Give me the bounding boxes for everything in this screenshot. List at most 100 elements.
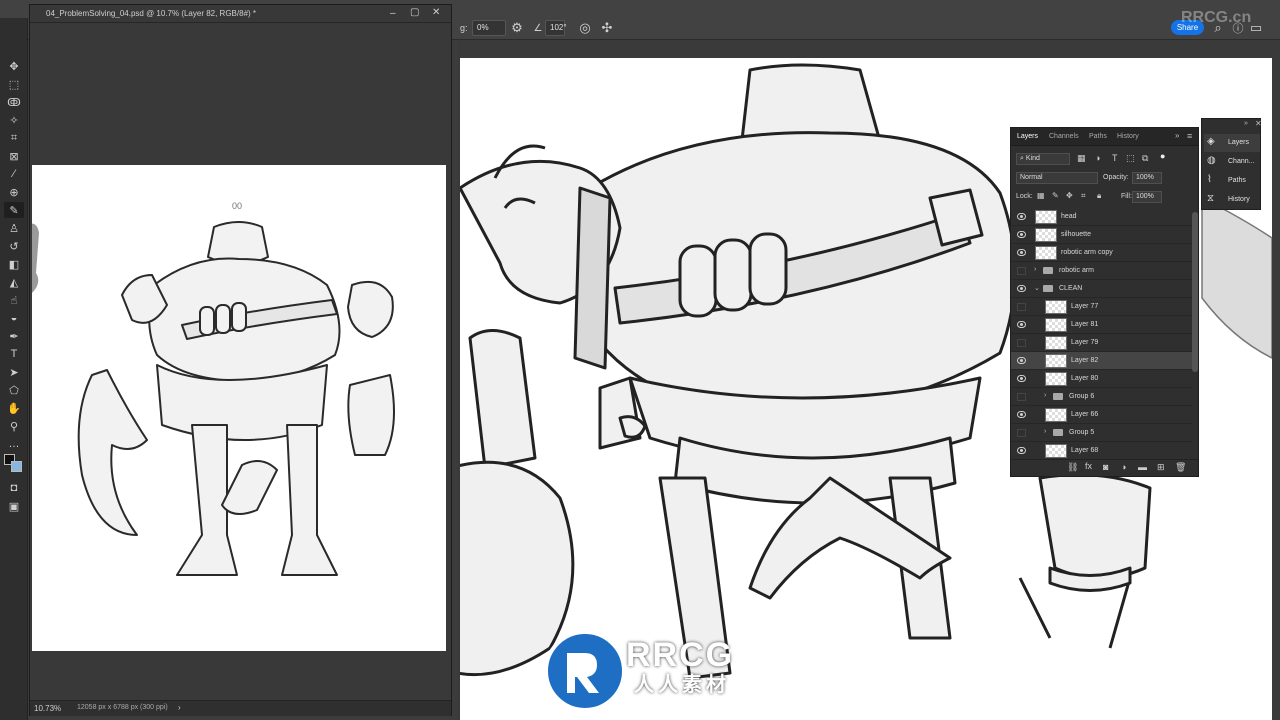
filter-smart-icon[interactable]: ⧉ xyxy=(1142,153,1148,164)
path-select-icon[interactable]: ➤ xyxy=(4,364,24,380)
layer-row[interactable]: Layer 66 xyxy=(1011,406,1192,424)
dock-item-channels[interactable]: ◍ Chann... xyxy=(1204,153,1260,171)
visibility-eye-icon[interactable] xyxy=(1017,231,1026,238)
visibility-eye-icon[interactable] xyxy=(1017,447,1026,454)
marquee-tool-icon[interactable]: ⬚ xyxy=(4,76,24,92)
tab-layers[interactable]: Layers xyxy=(1017,133,1038,140)
layer-row[interactable]: › Group 5 xyxy=(1011,424,1192,442)
history-brush-icon[interactable]: ↺ xyxy=(4,238,24,254)
brush-tool-icon[interactable]: ✎ xyxy=(4,202,24,218)
layer-row[interactable]: › Group 6 xyxy=(1011,388,1192,406)
hand-tool-icon[interactable]: ✋ xyxy=(4,400,24,416)
smudge-icon[interactable]: ☝ xyxy=(4,292,24,308)
healing-brush-icon[interactable]: ⊕ xyxy=(4,184,24,200)
zoom-tool-icon[interactable]: ⚲ xyxy=(4,418,24,434)
lasso-tool-icon[interactable]: ↂ xyxy=(4,94,24,110)
eraser-icon[interactable]: ◧ xyxy=(4,256,24,272)
visibility-toggle[interactable] xyxy=(1017,303,1026,311)
layer-row[interactable]: Layer 81 xyxy=(1011,316,1192,334)
visibility-eye-icon[interactable] xyxy=(1017,375,1026,382)
filter-shape-icon[interactable]: ⬚ xyxy=(1126,153,1135,164)
layer-list-scrollbar[interactable] xyxy=(1192,212,1198,372)
paint-bucket-icon[interactable]: ◭ xyxy=(4,274,24,290)
tab-history[interactable]: History xyxy=(1117,133,1139,140)
layer-row[interactable]: robotic arm copy xyxy=(1011,244,1192,262)
shape-tool-icon[interactable]: ⬠ xyxy=(4,382,24,398)
expand-icon[interactable]: » xyxy=(1244,120,1248,127)
dock-item-history[interactable]: ⧖ History xyxy=(1204,191,1260,209)
opacity-field[interactable]: 100% xyxy=(1132,172,1162,184)
angle-field[interactable]: 102° xyxy=(545,20,567,36)
document-viewport[interactable]: 00 xyxy=(30,23,451,700)
layer-row[interactable]: ⌄ CLEAN xyxy=(1011,280,1192,298)
delete-layer-icon[interactable]: 🗑︎ xyxy=(1175,462,1186,473)
zoom-level[interactable]: 10.73% xyxy=(34,704,61,713)
visibility-toggle[interactable] xyxy=(1017,339,1026,347)
link-layers-icon[interactable]: ⛓ xyxy=(1067,462,1078,473)
layer-row[interactable]: Layer 82 xyxy=(1011,352,1192,370)
document-tab[interactable]: 04_ProblemSolving_04.psd @ 10.7% (Layer … xyxy=(30,5,451,23)
magic-wand-icon[interactable]: ✧ xyxy=(4,112,24,128)
quick-mask-icon[interactable]: ◘ xyxy=(4,480,24,496)
blend-mode-select[interactable]: Normal xyxy=(1016,172,1098,184)
type-tool-icon[interactable]: T xyxy=(4,346,24,362)
dock-close-icon[interactable]: ✕ xyxy=(1255,119,1262,128)
eyedropper-icon[interactable]: ⁄ xyxy=(4,166,24,182)
visibility-eye-icon[interactable] xyxy=(1017,249,1026,256)
smoothing-field[interactable]: 0% xyxy=(472,20,506,36)
symmetry-icon[interactable]: ✣ xyxy=(597,18,617,38)
visibility-eye-icon[interactable] xyxy=(1017,357,1026,364)
frame-tool-icon[interactable]: ⊠ xyxy=(4,148,24,164)
dock-item-layers[interactable]: ◈ Layers xyxy=(1204,134,1260,152)
collapse-icon[interactable]: » xyxy=(1175,131,1179,140)
panel-menu-icon[interactable]: ≡ xyxy=(1187,131,1192,141)
visibility-eye-icon[interactable] xyxy=(1017,411,1026,418)
chevron-right-icon[interactable]: › xyxy=(1044,428,1046,435)
visibility-eye-icon[interactable] xyxy=(1017,321,1026,328)
visibility-toggle[interactable] xyxy=(1017,393,1026,401)
adjustment-layer-icon[interactable]: ◑ xyxy=(1121,462,1126,472)
document-artwork[interactable]: 00 xyxy=(32,165,446,651)
add-mask-icon[interactable]: ◙ xyxy=(1103,462,1108,472)
lock-all-icon[interactable]: 🔒︎ xyxy=(1097,191,1101,201)
pen-tool-icon[interactable]: ✒ xyxy=(4,328,24,344)
lock-image-icon[interactable]: ✎ xyxy=(1052,191,1059,200)
fx-icon[interactable]: fx xyxy=(1085,461,1092,471)
layer-row[interactable]: Layer 77 xyxy=(1011,298,1192,316)
status-menu-icon[interactable]: › xyxy=(178,703,181,712)
visibility-toggle[interactable] xyxy=(1017,429,1026,437)
tab-paths[interactable]: Paths xyxy=(1089,133,1107,140)
layer-row[interactable]: Layer 68 xyxy=(1011,442,1192,460)
visibility-toggle[interactable] xyxy=(1017,267,1026,275)
filter-type-icon[interactable]: T xyxy=(1112,153,1118,163)
lock-transparent-icon[interactable]: ▦ xyxy=(1037,191,1045,200)
new-layer-icon[interactable]: ⊞ xyxy=(1157,462,1165,473)
dock-item-paths[interactable]: ⌇ Paths xyxy=(1204,172,1260,190)
gear-icon[interactable]: ⚙ xyxy=(507,18,527,38)
layer-row[interactable]: › robotic arm xyxy=(1011,262,1192,280)
filter-pixel-icon[interactable]: ▦ xyxy=(1077,153,1086,164)
dodge-icon[interactable]: ◒ xyxy=(4,310,24,326)
filter-kind-select[interactable]: ⌕ Kind xyxy=(1016,153,1070,165)
new-group-icon[interactable]: ▬ xyxy=(1138,462,1147,472)
filter-adjust-icon[interactable]: ◑ xyxy=(1095,153,1100,163)
stamp-tool-icon[interactable]: ♙ xyxy=(4,220,24,236)
pressure-icon[interactable]: ◎ xyxy=(575,18,595,38)
tab-channels[interactable]: Channels xyxy=(1049,133,1079,140)
chevron-down-icon[interactable]: ⌄ xyxy=(1034,284,1040,292)
maximize-icon[interactable]: ▢ xyxy=(410,7,419,18)
layer-row[interactable]: Layer 79 xyxy=(1011,334,1192,352)
more-tools-icon[interactable]: … xyxy=(4,436,24,452)
layer-row[interactable]: Layer 80 xyxy=(1011,370,1192,388)
screen-mode-icon[interactable]: ▣ xyxy=(4,498,24,514)
layer-row[interactable]: head xyxy=(1011,208,1192,226)
layer-row[interactable]: silhouette xyxy=(1011,226,1192,244)
crop-tool-icon[interactable]: ⌗ xyxy=(4,130,24,146)
chevron-right-icon[interactable]: › xyxy=(1034,266,1036,273)
close-icon[interactable]: ✕ xyxy=(432,7,440,18)
visibility-eye-icon[interactable] xyxy=(1017,285,1026,292)
lock-artboard-icon[interactable]: ⌗ xyxy=(1081,191,1086,201)
minimize-icon[interactable]: – xyxy=(390,8,396,19)
lock-position-icon[interactable]: ✥ xyxy=(1066,191,1073,200)
fill-field[interactable]: 100% xyxy=(1132,191,1162,203)
